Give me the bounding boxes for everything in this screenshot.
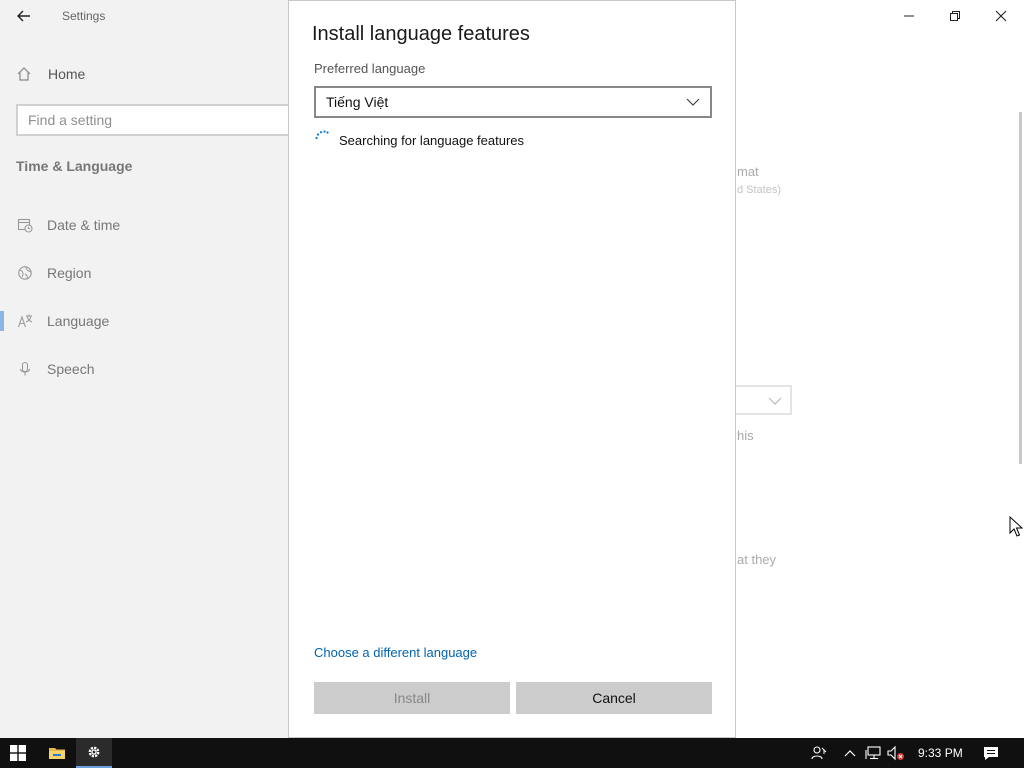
section-heading: Time & Language: [16, 158, 133, 174]
dialog-title: Install language features: [312, 23, 530, 45]
file-explorer-button[interactable]: [39, 738, 75, 768]
background-dropdown: [736, 385, 792, 415]
action-center-icon[interactable]: [982, 744, 1000, 762]
nav-home-label: Home: [48, 66, 86, 82]
chevron-up-icon[interactable]: [841, 744, 859, 762]
search-status: Searching for language features: [314, 129, 524, 151]
microphone-icon: [16, 360, 34, 378]
background-text-this: his: [737, 428, 754, 443]
sidebar-item-date-time[interactable]: Date & time: [0, 207, 288, 243]
background-text-region: d States): [737, 184, 782, 196]
language-icon: [16, 312, 34, 330]
settings-taskbar-button[interactable]: [76, 738, 112, 768]
install-language-dialog: Install language features Preferred lang…: [288, 0, 736, 738]
windows-logo-icon: [10, 745, 26, 761]
install-button[interactable]: Install: [314, 682, 510, 714]
sidebar-item-label: Region: [47, 265, 92, 281]
sidebar-item-language[interactable]: Language: [0, 303, 288, 339]
nav-home[interactable]: Home: [16, 62, 85, 86]
language-dropdown-value: Tiếng Việt: [326, 94, 389, 110]
taskbar: 9:33 PM: [0, 738, 1024, 768]
sidebar-item-label: Language: [47, 313, 110, 329]
close-button[interactable]: [978, 0, 1024, 32]
chevron-down-icon: [686, 98, 700, 106]
start-button[interactable]: [0, 738, 36, 768]
background-text-format: mat: [737, 164, 759, 179]
sidebar-item-speech[interactable]: Speech: [0, 351, 288, 387]
home-icon: [16, 66, 34, 82]
gear-icon: [88, 746, 100, 758]
sidebar-item-label: Date & time: [47, 217, 121, 233]
search-box[interactable]: [16, 104, 292, 136]
choose-different-language-link[interactable]: Choose a different language: [314, 645, 477, 660]
scrollbar[interactable]: [1019, 112, 1022, 464]
minimize-icon: [904, 15, 914, 17]
back-arrow-icon: [17, 10, 30, 22]
restore-icon: [950, 11, 960, 21]
back-button[interactable]: [8, 4, 40, 28]
network-icon[interactable]: [864, 744, 882, 762]
search-input[interactable]: [18, 106, 290, 134]
taskbar-clock[interactable]: 9:33 PM: [918, 746, 963, 760]
preferred-language-label: Preferred language: [314, 61, 426, 76]
background-text-they: at they: [737, 552, 777, 567]
app-title: Settings: [62, 9, 106, 23]
mouse-cursor-icon: [1009, 515, 1024, 543]
folder-icon: [49, 748, 65, 759]
search-status-text: Searching for language features: [339, 132, 525, 148]
calendar-clock-icon: [16, 216, 34, 234]
settings-sidebar: Home Time & Language Date & time Region …: [0, 0, 292, 738]
sidebar-item-label: Speech: [47, 361, 95, 377]
language-dropdown[interactable]: Tiếng Việt: [314, 86, 712, 118]
close-icon: [995, 10, 1007, 22]
people-icon[interactable]: [810, 744, 828, 762]
minimize-button[interactable]: [886, 0, 932, 32]
loading-spinner-icon: [315, 130, 329, 140]
volume-muted-icon[interactable]: [887, 744, 905, 762]
restore-button[interactable]: [932, 0, 978, 32]
globe-icon: [16, 264, 34, 282]
chevron-down-icon: [768, 397, 782, 405]
cancel-button[interactable]: Cancel: [516, 682, 712, 714]
sidebar-item-region[interactable]: Region: [0, 255, 288, 291]
